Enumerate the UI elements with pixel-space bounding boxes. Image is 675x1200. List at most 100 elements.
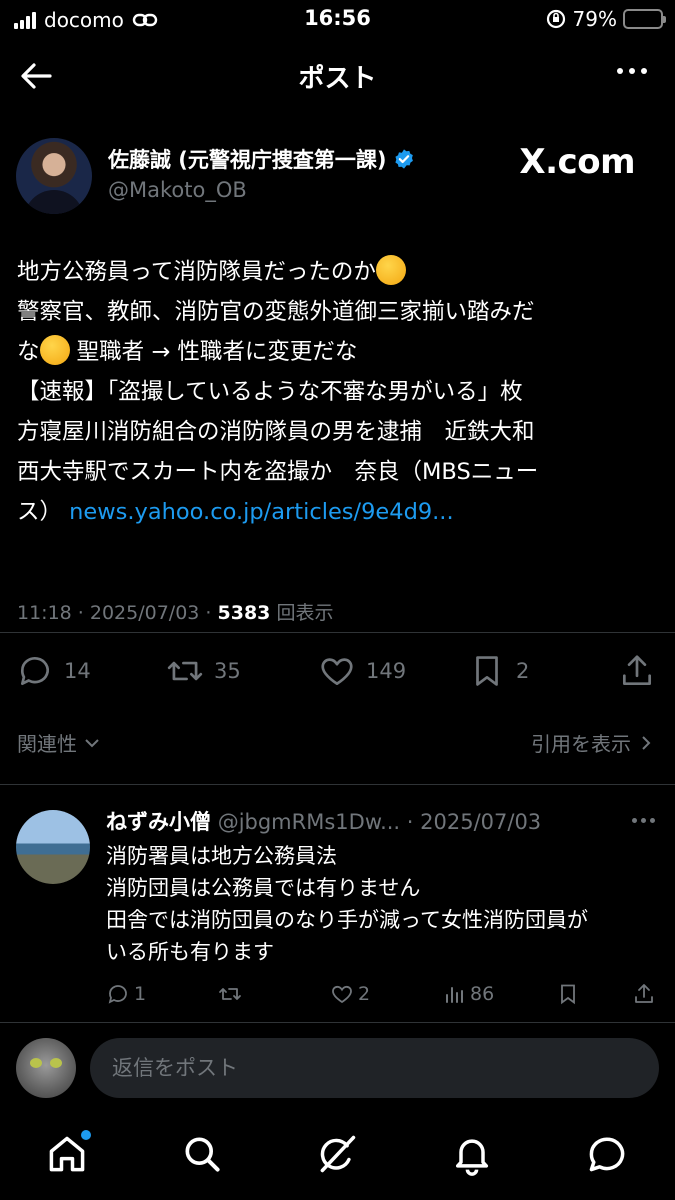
share-icon [635, 984, 653, 1003]
post-actions: 14 35 149 2 [0, 652, 675, 696]
author-avatar[interactable] [16, 138, 92, 214]
post-line: 方寝屋川消防組合の消防隊員の男を逮捕 近鉄大和 [17, 419, 535, 445]
reply-reply-count: 1 [134, 983, 147, 1005]
post-text: 地方公務員って消防隊員だったのか 警察官、教師、消防官の変態外道御三家揃い踏みだ… [17, 252, 657, 532]
battery-group: 79% [545, 7, 666, 31]
reply-author-handle[interactable]: @jbgmRMs1Dw... [218, 810, 400, 834]
divider [0, 1022, 675, 1023]
bookmark-button[interactable]: 2 [468, 652, 529, 690]
orientation-lock-icon [546, 9, 565, 29]
repost-icon [219, 988, 241, 1000]
post-author: 佐藤誠 (元警視庁捜査第一課) @Makoto_OB X.com [16, 136, 659, 216]
reply-line: 消防署員は地方公務員法 [106, 844, 337, 868]
reply-reply-button[interactable]: 1 [106, 982, 146, 1006]
nav-messages[interactable] [585, 1132, 629, 1176]
heart-icon [332, 985, 352, 1004]
grok-icon [320, 1135, 356, 1173]
battery-icon [623, 9, 666, 29]
xcom-watermark: X.com [519, 142, 635, 182]
post-line: ス） news.yahoo.co.jp/articles/9e4d9... [17, 492, 657, 532]
share-icon [622, 655, 652, 686]
chevron-right-icon [642, 735, 651, 750]
view-count-label: 回表示 [276, 602, 334, 624]
share-button[interactable] [618, 652, 656, 690]
author-handle[interactable]: @Makoto_OB [108, 178, 247, 202]
reply-like-count: 2 [358, 983, 371, 1005]
my-avatar[interactable] [16, 1038, 76, 1098]
reply-views-button[interactable]: 86 [442, 982, 494, 1006]
post-meta: 11:18 · 2025/07/03 · 5383 回表示 [17, 598, 333, 625]
like-count: 149 [366, 659, 407, 683]
reply-author-name[interactable]: ねずみ小僧 [106, 810, 211, 834]
bookmark-icon [561, 984, 575, 1005]
repost-count: 35 [214, 659, 241, 683]
divider [0, 632, 675, 633]
author-name-row[interactable]: 佐藤誠 (元警視庁捜査第一課) [108, 144, 415, 174]
verified-badge-icon [394, 149, 413, 169]
post-line-text: な [17, 339, 40, 365]
reply-item[interactable]: ねずみ小僧 @jbgmRMs1Dw... · 2025/07/03 消防署員は地… [0, 796, 675, 1022]
top-header: ポスト [0, 44, 675, 108]
post-line: 地方公務員って消防隊員だったのか [17, 252, 657, 292]
more-options-button[interactable] [617, 68, 647, 74]
reply-more-button[interactable] [632, 818, 655, 823]
status-bar: docomo 16:56 79% [0, 0, 675, 40]
thinking-face-emoji [39, 335, 70, 365]
analytics-icon [446, 987, 463, 1003]
search-icon [185, 1137, 220, 1172]
reply-avatar[interactable] [16, 810, 90, 884]
reply-bookmark-button[interactable] [556, 982, 580, 1006]
battery-percent: 79% [572, 7, 617, 31]
reply-text: 消防署員は地方公務員法 消防団員は公務員では有りません 田舎では消防団員のなり手… [106, 840, 588, 968]
chevron-down-icon [85, 738, 99, 747]
view-count: 5383 [217, 602, 271, 624]
post-line: 【速報】「盗撮しているような不審な男がいる」枚 [17, 379, 523, 405]
reply-icon [108, 985, 127, 1004]
nav-notifications[interactable] [450, 1132, 494, 1176]
sort-label: 関連性 [17, 732, 77, 756]
notifications-icon [455, 1139, 489, 1176]
reply-like-button[interactable]: 2 [330, 982, 370, 1006]
bottom-navigation [0, 1118, 675, 1200]
repost-icon [167, 661, 203, 681]
post-line-text: ス） [17, 499, 63, 525]
article-link[interactable]: news.yahoo.co.jp/articles/9e4d9... [69, 499, 453, 525]
reply-line: 田舎では消防団員のなり手が減って女性消防団員が [106, 908, 588, 932]
like-button[interactable]: 149 [318, 652, 406, 690]
reply-repost-button[interactable] [218, 982, 242, 1006]
exhausted-face-emoji [375, 255, 406, 285]
reply-icon [20, 657, 49, 686]
post-line-text: 聖職者 → 性職者に変更だな [76, 339, 358, 365]
reply-header: ねずみ小僧 @jbgmRMs1Dw... · 2025/07/03 [106, 806, 541, 836]
post-line: な 聖職者 → 性職者に変更だな [17, 332, 657, 372]
reply-line: いる所も有ります [106, 940, 274, 964]
notification-dot [81, 1130, 91, 1140]
post-line: 警察官、教師、消防官の変態外道御三家揃い踏みだ [17, 299, 535, 325]
repost-button[interactable]: 35 [166, 652, 241, 690]
reply-actions: 1 2 86 [0, 982, 675, 1012]
reply-share-button[interactable] [632, 982, 656, 1006]
page-title: ポスト [298, 64, 377, 94]
view-quotes-link[interactable]: 引用を表示 [531, 728, 653, 757]
reply-button[interactable]: 14 [16, 652, 91, 690]
sort-relevance-button[interactable]: 関連性 [17, 728, 101, 757]
bookmark-icon [476, 656, 498, 686]
post-timestamp[interactable]: 11:18 · 2025/07/03 · [17, 602, 218, 624]
reply-input[interactable]: 返信をポスト [90, 1038, 659, 1098]
reply-line: 消防団員は公務員では有りません [106, 876, 421, 900]
nav-home[interactable] [45, 1130, 91, 1176]
view-quotes-label: 引用を表示 [531, 732, 631, 756]
messages-icon [589, 1137, 625, 1172]
post-line-text: 地方公務員って消防隊員だったのか [17, 259, 376, 285]
divider [0, 784, 675, 785]
post-line: 西大寺駅でスカート内を盗撮か 奈良（MBSニュー [17, 459, 539, 485]
reply-count: 14 [64, 659, 91, 683]
heart-icon [321, 658, 353, 686]
bookmark-count: 2 [516, 659, 530, 683]
author-name: 佐藤誠 (元警視庁捜査第一課) [108, 148, 387, 172]
reply-composer: 返信をポスト [0, 1038, 675, 1098]
nav-grok[interactable] [315, 1132, 359, 1176]
reply-view-count: 86 [470, 983, 495, 1005]
reply-date: · 2025/07/03 [400, 810, 542, 834]
nav-search[interactable] [180, 1132, 224, 1176]
